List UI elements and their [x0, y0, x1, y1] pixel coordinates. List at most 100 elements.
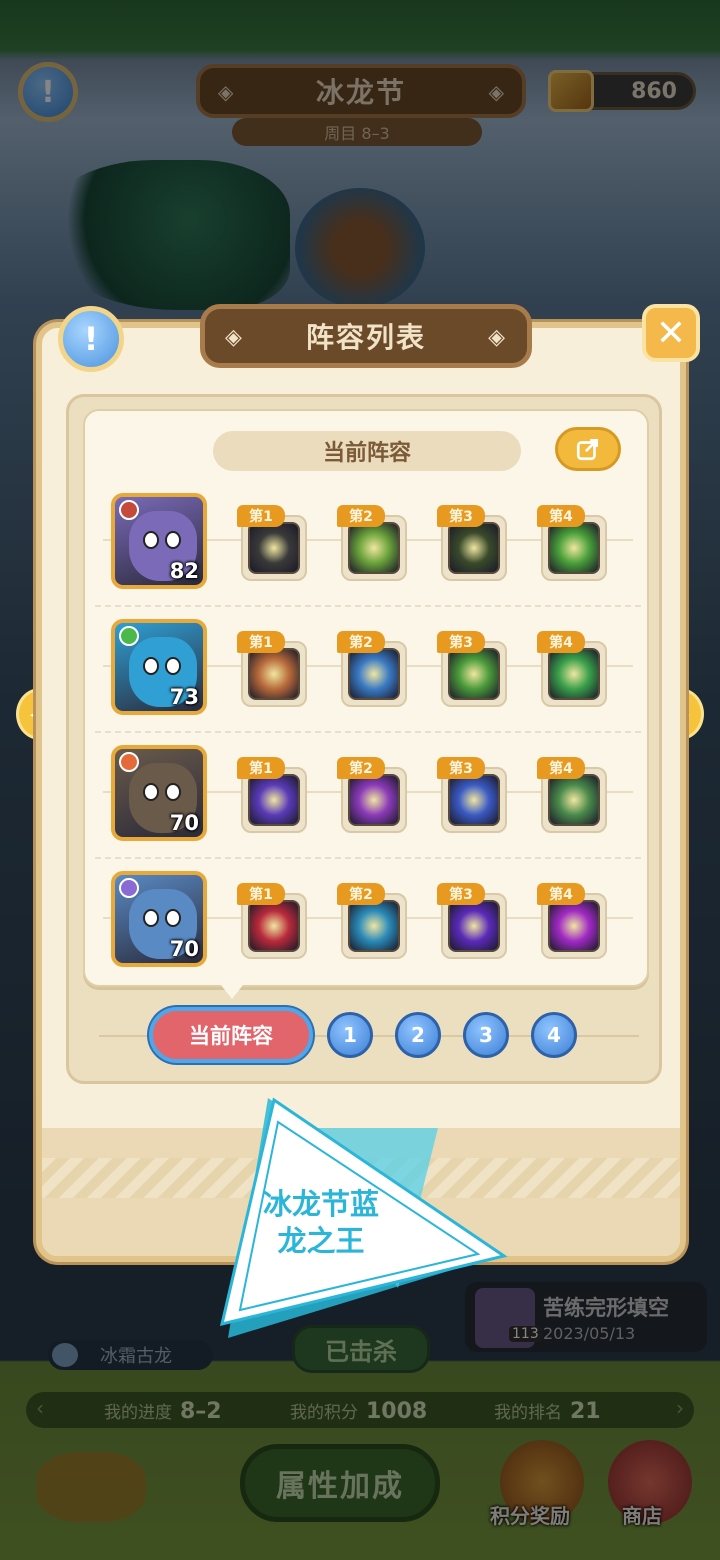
- pager-label: 2: [411, 1023, 425, 1047]
- skill-order-tag: 第3: [437, 883, 485, 905]
- skill-slot[interactable]: 第1: [237, 505, 311, 587]
- pager-current-label: 当前阵容: [189, 1024, 273, 1048]
- lineup-pager: 当前阵容 1 2 3 4: [69, 1005, 665, 1065]
- hero-eye: [143, 531, 159, 549]
- skill-slot[interactable]: 第4: [537, 631, 611, 713]
- pager-label: 4: [547, 1023, 561, 1047]
- panel-title: 阵容列表: [305, 321, 426, 354]
- pager-button-2[interactable]: 2: [395, 1012, 441, 1058]
- hero-eye: [165, 531, 181, 549]
- row-separator: [95, 731, 641, 733]
- skill-icon: [348, 648, 400, 700]
- skill-icon: [348, 774, 400, 826]
- element-icon: [119, 626, 139, 646]
- skill-order-tag: 第4: [537, 505, 585, 527]
- skill-order-tag: 第1: [237, 631, 285, 653]
- card-pointer: [221, 985, 243, 999]
- pager-button-3[interactable]: 3: [463, 1012, 509, 1058]
- hero-avatar[interactable]: 70: [111, 745, 207, 841]
- hero-eye: [143, 657, 159, 675]
- skill-slot[interactable]: 第2: [337, 757, 411, 839]
- skill-slot[interactable]: 第1: [237, 631, 311, 713]
- pager-button-4[interactable]: 4: [531, 1012, 577, 1058]
- hero-eye: [165, 909, 181, 927]
- skill-slot[interactable]: 第1: [237, 883, 311, 965]
- element-icon: [119, 752, 139, 772]
- skill-slot[interactable]: 第1: [237, 757, 311, 839]
- hero-eye: [165, 783, 181, 801]
- hero-level: 73: [169, 685, 199, 709]
- skill-order-tag: 第2: [337, 757, 385, 779]
- skill-order-tag: 第3: [437, 631, 485, 653]
- chevron-left-icon: ◈: [225, 325, 244, 350]
- banner-text: 冰龙节蓝 龙之王: [236, 1186, 406, 1260]
- skill-order-tag: 第4: [537, 631, 585, 653]
- pager-button-1[interactable]: 1: [327, 1012, 373, 1058]
- skill-icon: [248, 900, 300, 952]
- hero-eye: [165, 657, 181, 675]
- skill-icon: [348, 522, 400, 574]
- skill-order-tag: 第2: [337, 631, 385, 653]
- hero-level: 70: [169, 811, 199, 835]
- skill-slot[interactable]: 第2: [337, 505, 411, 587]
- skill-slot[interactable]: 第3: [437, 631, 511, 713]
- lineup-row: 82 第1 第2 第3 第4: [85, 487, 651, 607]
- skill-slot[interactable]: 第2: [337, 883, 411, 965]
- element-icon: [119, 500, 139, 520]
- skill-icon: [448, 522, 500, 574]
- share-icon: [576, 438, 599, 461]
- skill-order-tag: 第4: [537, 883, 585, 905]
- hero-eye: [143, 909, 159, 927]
- lineup-row: 70 第1 第2 第3 第4: [85, 739, 651, 859]
- skill-slot[interactable]: 第3: [437, 505, 511, 587]
- lineup-card: 当前阵容 82 第1 第2 第3 第4 73 第1 第2 第3 第4 70 第1 第2 第3 第4 70 第1 第…: [83, 409, 651, 999]
- skill-order-tag: 第3: [437, 757, 485, 779]
- skill-slot[interactable]: 第4: [537, 883, 611, 965]
- pager-current-lineup-button[interactable]: 当前阵容: [149, 1007, 313, 1063]
- panel-title-plaque: ◈ 阵容列表 ◈: [200, 304, 532, 368]
- lineup-row: 70 第1 第2 第3 第4: [85, 865, 651, 985]
- skill-icon: [248, 648, 300, 700]
- skill-slot[interactable]: 第4: [537, 757, 611, 839]
- share-button[interactable]: [555, 427, 621, 471]
- skill-icon: [348, 900, 400, 952]
- lineup-row: 73 第1 第2 第3 第4: [85, 613, 651, 733]
- row-separator: [95, 605, 641, 607]
- skill-order-tag: 第2: [337, 505, 385, 527]
- banner-line-2: 龙之王: [277, 1224, 365, 1258]
- skill-slot[interactable]: 第4: [537, 505, 611, 587]
- hero-avatar[interactable]: 70: [111, 871, 207, 967]
- skill-order-tag: 第1: [237, 505, 285, 527]
- skill-icon: [248, 774, 300, 826]
- pager-label: 1: [343, 1023, 357, 1047]
- skill-icon: [548, 774, 600, 826]
- hero-avatar[interactable]: 82: [111, 493, 207, 589]
- skill-slot[interactable]: 第2: [337, 631, 411, 713]
- skill-icon: [448, 774, 500, 826]
- skill-slot[interactable]: 第3: [437, 883, 511, 965]
- skill-order-tag: 第4: [537, 757, 585, 779]
- hero-level: 82: [169, 559, 199, 583]
- hero-avatar[interactable]: 73: [111, 619, 207, 715]
- skill-icon: [448, 900, 500, 952]
- skill-slot[interactable]: 第3: [437, 757, 511, 839]
- element-icon: [119, 878, 139, 898]
- current-lineup-title: 当前阵容: [213, 431, 521, 471]
- skill-order-tag: 第2: [337, 883, 385, 905]
- skill-order-tag: 第3: [437, 505, 485, 527]
- panel-info-icon[interactable]: !: [58, 306, 124, 372]
- close-button[interactable]: ✕: [642, 304, 700, 362]
- chevron-right-icon: ◈: [488, 325, 507, 350]
- lineup-container: 当前阵容 82 第1 第2 第3 第4 73 第1 第2 第3 第4 70 第1 第2 第3 第4 70 第1 第…: [66, 394, 662, 1084]
- skill-icon: [448, 648, 500, 700]
- pager-label: 3: [479, 1023, 493, 1047]
- row-separator: [95, 857, 641, 859]
- skill-icon: [548, 522, 600, 574]
- hero-eye: [143, 783, 159, 801]
- hero-level: 70: [169, 937, 199, 961]
- skill-icon: [248, 522, 300, 574]
- skill-icon: [548, 900, 600, 952]
- banner-line-1: 冰龙节蓝: [262, 1187, 379, 1221]
- skill-order-tag: 第1: [237, 757, 285, 779]
- skill-icon: [548, 648, 600, 700]
